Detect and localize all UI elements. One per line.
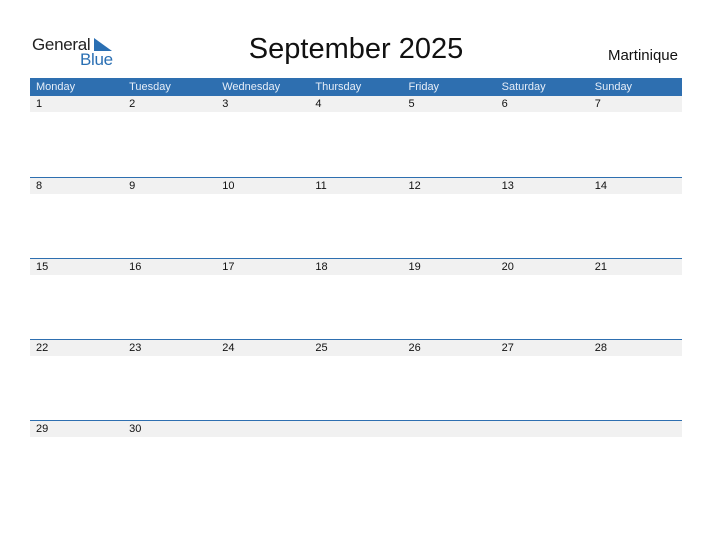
week-row-5: 29 30 xyxy=(30,420,682,501)
day-cell xyxy=(403,421,496,437)
day-cell xyxy=(309,421,402,437)
day-cell: 2 xyxy=(129,98,136,110)
weekday-friday: Friday xyxy=(408,81,440,93)
day-cell: 21 xyxy=(594,261,607,273)
day-cell: 19 xyxy=(408,261,421,273)
day-cell: 11 xyxy=(315,180,327,192)
day-cell: 29 xyxy=(36,423,49,435)
day-cell: 13 xyxy=(501,180,514,192)
day-cell: 5 xyxy=(408,98,415,110)
day-cell xyxy=(589,421,682,437)
day-cell: 22 xyxy=(36,342,49,354)
day-cell: 27 xyxy=(501,342,514,354)
day-cell: 18 xyxy=(315,261,328,273)
week-row-4: 22 23 24 25 26 27 28 xyxy=(30,339,682,420)
day-cell: 3 xyxy=(222,98,229,110)
day-cell: 1 xyxy=(36,98,43,110)
day-cell: 4 xyxy=(315,98,322,110)
day-cell xyxy=(216,421,309,437)
day-cell: 6 xyxy=(501,98,508,110)
week-row-1: 1 2 3 4 5 6 7 xyxy=(30,96,682,177)
weekday-monday: Monday xyxy=(36,81,76,93)
weekday-wednesday: Wednesday xyxy=(222,81,281,93)
day-cell xyxy=(496,421,589,437)
day-cell: 8 xyxy=(36,180,43,192)
calendar-title: September 2025 xyxy=(248,33,464,65)
weekday-thursday: Thursday xyxy=(315,81,362,93)
region-label: Martinique xyxy=(607,47,678,64)
weekday-tuesday: Tuesday xyxy=(129,81,171,93)
day-cell: 9 xyxy=(129,180,136,192)
day-cell: 20 xyxy=(501,261,514,273)
week-row-3: 15 16 17 18 19 20 21 xyxy=(30,258,682,339)
day-cell: 23 xyxy=(129,342,142,354)
day-cell: 30 xyxy=(129,423,142,435)
day-cell: 15 xyxy=(36,261,49,273)
day-cell: 16 xyxy=(129,261,142,273)
day-cell: 14 xyxy=(594,180,607,192)
day-cell: 28 xyxy=(594,342,607,354)
day-cell: 24 xyxy=(222,342,235,354)
day-cell: 17 xyxy=(222,261,235,273)
day-cell: 26 xyxy=(408,342,421,354)
day-cell: 7 xyxy=(594,98,601,110)
week-row-2: 8 9 10 11 12 13 14 xyxy=(30,177,682,258)
day-cell: 25 xyxy=(315,342,328,354)
day-cell: 10 xyxy=(222,180,235,192)
weekday-sunday: Sunday xyxy=(594,81,633,93)
day-cell: 12 xyxy=(408,180,421,192)
calendar-grid: Monday Tuesday Wednesday Thursday Friday… xyxy=(30,78,682,501)
weekday-header: Monday Tuesday Wednesday Thursday Friday… xyxy=(30,78,682,96)
weekday-saturday: Saturday xyxy=(501,81,546,93)
